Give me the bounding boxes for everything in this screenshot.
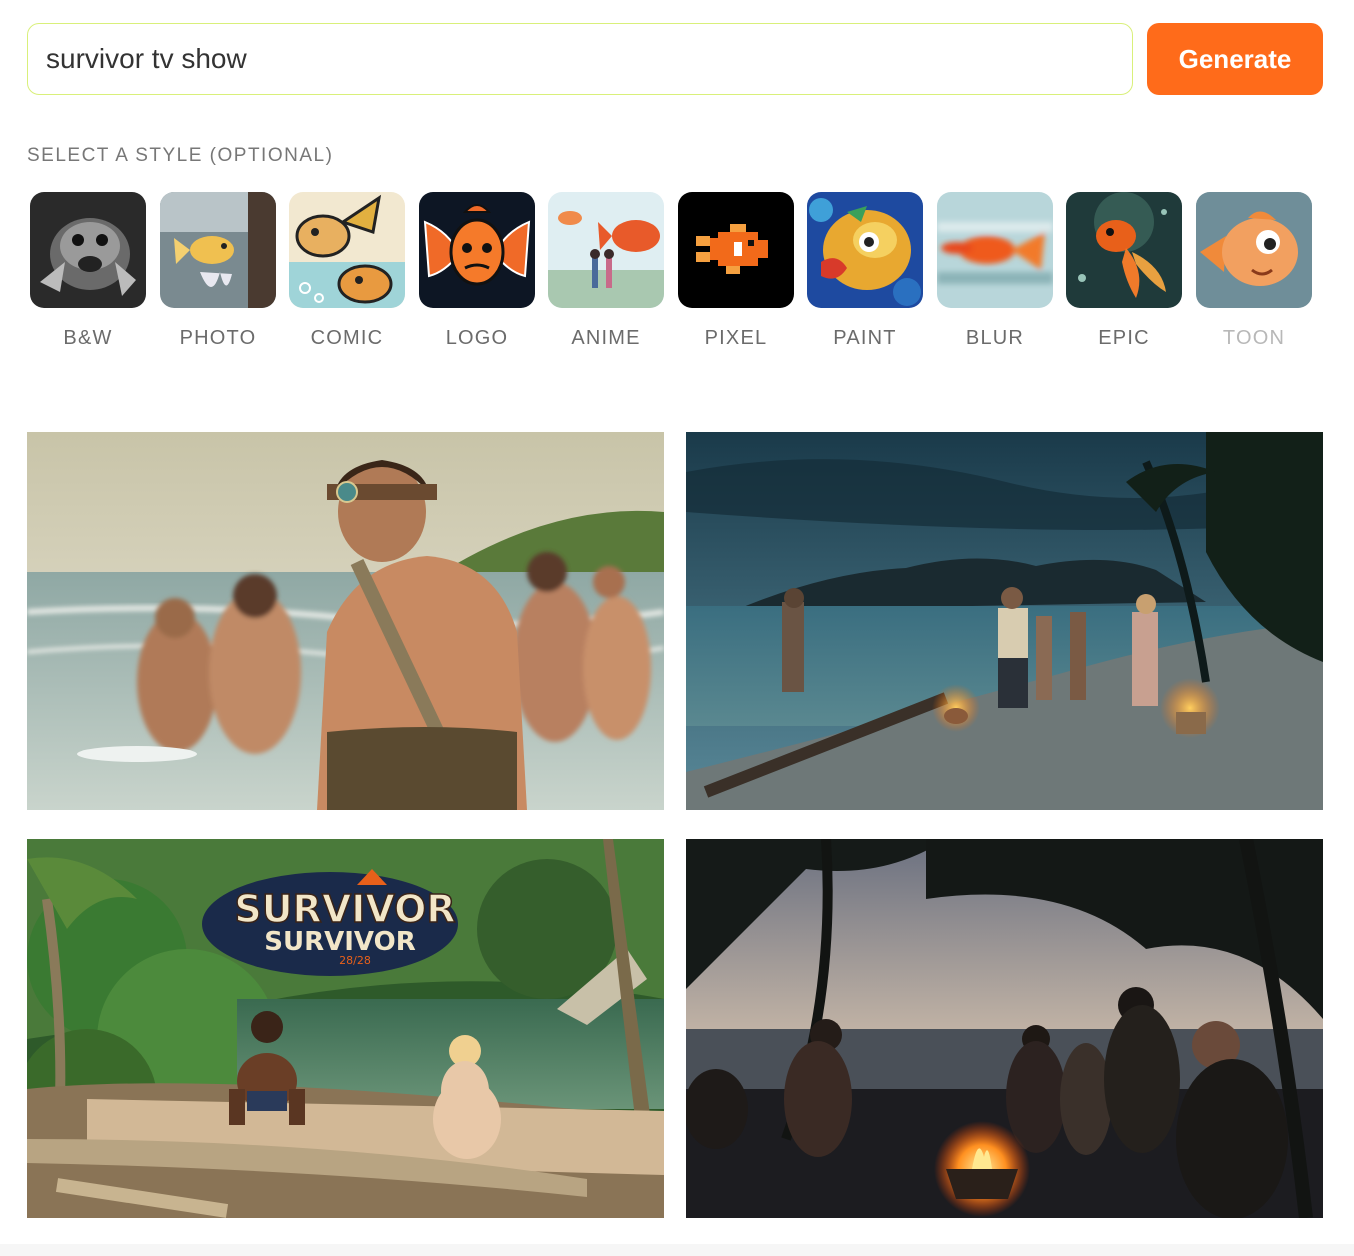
result-image-4[interactable] <box>686 839 1323 1218</box>
generate-button[interactable]: Generate <box>1147 23 1323 95</box>
logo-season-text: 28/28 <box>339 954 371 967</box>
photo-fish-icon <box>160 192 276 308</box>
style-label: B&W <box>63 327 113 349</box>
pixel-fish-icon <box>678 192 794 308</box>
style-option-paint[interactable]: PAINT <box>807 192 923 350</box>
page-footer-strip <box>0 1244 1354 1256</box>
style-option-pixel[interactable]: PIXEL <box>678 192 794 350</box>
prompt-input[interactable] <box>27 23 1133 95</box>
style-label: COMIC <box>310 327 384 349</box>
paint-fish-icon <box>807 192 923 308</box>
style-label: ANIME <box>571 327 641 349</box>
search-row: Generate <box>27 23 1323 95</box>
logo-subtitle-text: SURVIVOR <box>264 927 415 957</box>
style-heading: SELECT A STYLE (OPTIONAL) <box>27 145 334 166</box>
style-option-logo[interactable]: LOGO <box>419 192 535 350</box>
style-option-bw[interactable]: B&W <box>30 192 146 350</box>
anime-fish-icon <box>548 192 664 308</box>
comic-fish-icon <box>289 192 405 308</box>
style-option-blur[interactable]: BLUR <box>937 192 1053 350</box>
style-label: EPIC <box>1098 327 1150 349</box>
style-option-comic[interactable]: COMIC <box>289 192 405 350</box>
toon-fish-icon <box>1196 192 1312 308</box>
style-label: LOGO <box>445 327 509 349</box>
result-image-3[interactable]: SURVIVOR SURVIVOR 28/28 <box>27 839 664 1218</box>
style-label: BLUR <box>965 327 1025 349</box>
style-label: PHOTO <box>179 327 257 349</box>
style-option-epic[interactable]: EPIC <box>1066 192 1182 350</box>
style-label: PIXEL <box>704 327 768 349</box>
style-option-toon[interactable]: TOON <box>1196 192 1312 350</box>
blur-fish-icon <box>937 192 1053 308</box>
style-option-photo[interactable]: PHOTO <box>160 192 276 350</box>
bw-fish-icon <box>30 192 146 308</box>
style-label: PAINT <box>833 327 897 349</box>
style-label: TOON <box>1222 327 1286 349</box>
result-image-2[interactable] <box>686 432 1323 810</box>
logo-fish-icon <box>419 192 535 308</box>
results-gallery: SURVIVOR SURVIVOR 28/28 <box>27 432 1323 1218</box>
style-option-anime[interactable]: ANIME <box>548 192 664 350</box>
style-selector: B&W PHOTO COMIC LOGO ANIME PIXEL PAINT B… <box>30 192 1320 352</box>
epic-fish-icon <box>1066 192 1182 308</box>
result-image-1[interactable] <box>27 432 664 810</box>
logo-title-text: SURVIVOR <box>234 887 455 931</box>
